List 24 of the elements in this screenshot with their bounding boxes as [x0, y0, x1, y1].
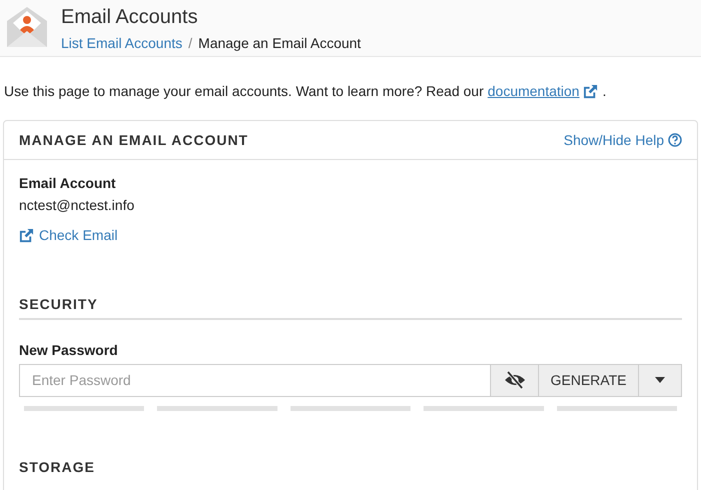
email-account-label: Email Account — [19, 175, 117, 191]
breadcrumb-separator: / — [188, 35, 192, 51]
caret-icon — [655, 377, 665, 383]
show-hide-help-link[interactable]: Show/Hide Help — [564, 132, 682, 148]
help-icon — [668, 133, 682, 147]
breadcrumb-current: Manage an Email Account — [198, 35, 361, 51]
breadcrumb-link[interactable]: List Email Accounts — [61, 35, 182, 51]
check-email-link[interactable]: Check Email — [19, 227, 118, 243]
intro-period: . — [602, 83, 606, 99]
card-title: MANAGE AN EMAIL ACCOUNT — [19, 132, 248, 148]
dropdown-button[interactable] — [638, 364, 682, 396]
generate-button[interactable]: GENERATE — [538, 364, 638, 396]
external-link-icon — [19, 228, 34, 242]
security-heading: SECURITY — [19, 296, 682, 320]
intro-text: Use this page to manage your email accounts. Want to learn more? Read our — [4, 83, 484, 99]
toggle-visibility-button[interactable] — [490, 364, 538, 396]
password-field[interactable]: Enter Password — [19, 364, 490, 396]
eye-slash-icon — [504, 371, 526, 389]
new-password-label: New Password — [19, 342, 119, 358]
storage-heading: STORAGE — [19, 458, 96, 474]
email-address: nctest@nctest.info — [19, 197, 136, 213]
page-title: Email Accounts — [61, 6, 199, 29]
external-link-icon — [583, 84, 598, 98]
documentation-link[interactable]: documentation — [488, 83, 580, 99]
